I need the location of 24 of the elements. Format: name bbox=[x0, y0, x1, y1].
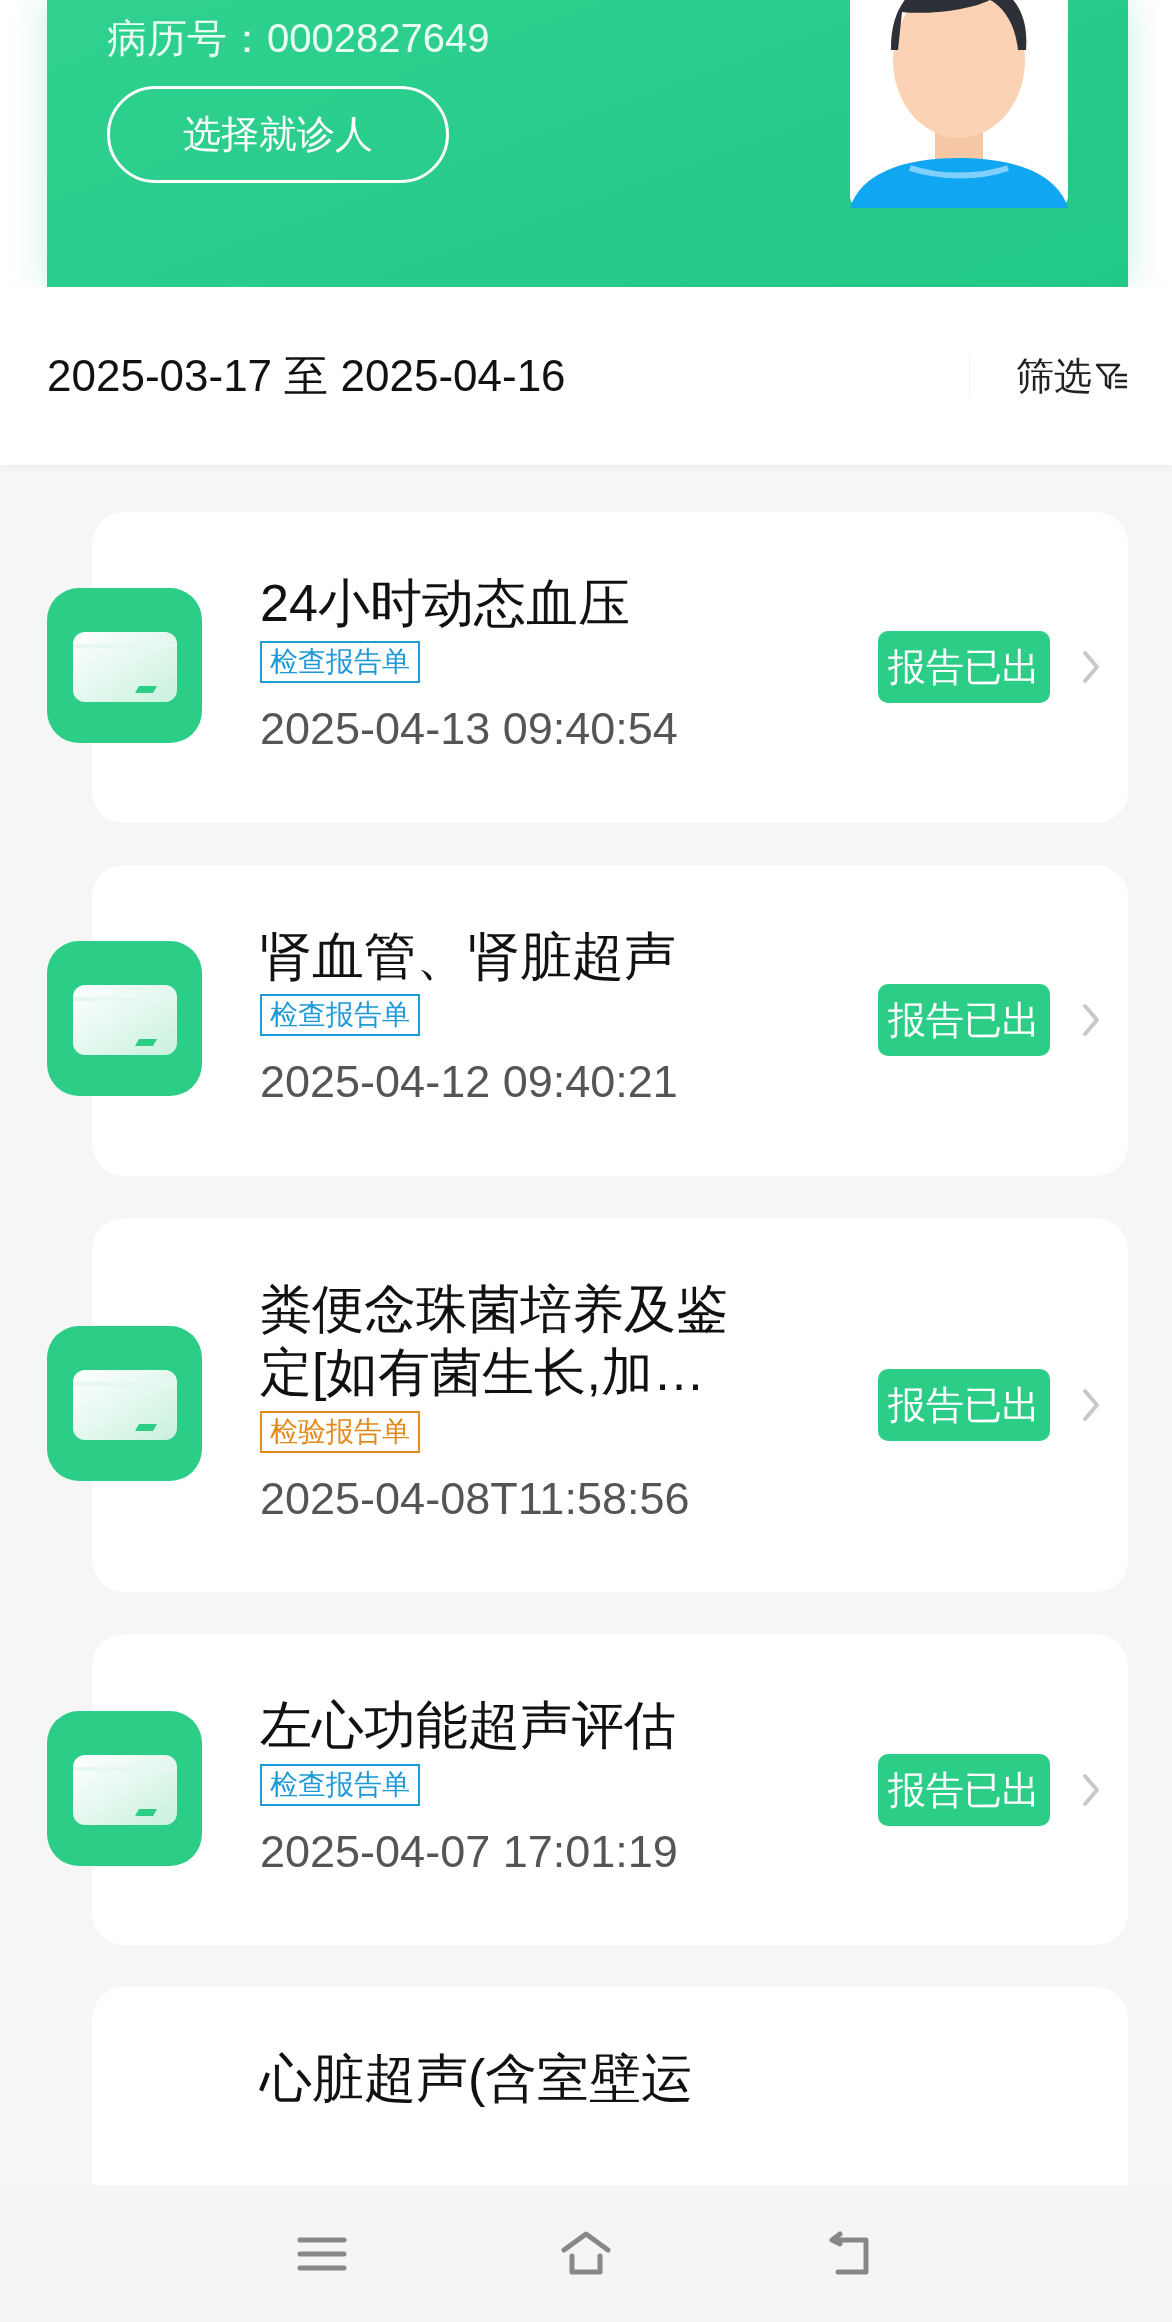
status-badge: 报告已出 bbox=[878, 1369, 1050, 1442]
status-badge: 报告已出 bbox=[878, 1753, 1050, 1826]
report-datetime: 2025-04-07 17:01:19 bbox=[260, 1824, 679, 1879]
report-type-tag: 检查报告单 bbox=[260, 641, 420, 684]
status-badge: 报告已出 bbox=[878, 984, 1050, 1057]
report-datetime: 2025-04-13 09:40:54 bbox=[260, 702, 679, 757]
report-type-tag: 检查报告单 bbox=[260, 1763, 420, 1806]
report-datetime: 2025-04-12 09:40:21 bbox=[260, 1055, 679, 1110]
report-title: 24小时动态血压 bbox=[260, 573, 631, 634]
report-type-tag: 检验报告单 bbox=[260, 1410, 420, 1453]
date-range[interactable]: 2025-03-17 至 2025-04-16 bbox=[47, 343, 969, 409]
report-title: 左心功能超声评估 bbox=[260, 1695, 677, 1757]
filter-button[interactable]: 筛选 bbox=[1016, 347, 1130, 405]
record-number: 病历号：0002827649 bbox=[107, 15, 490, 62]
report-datetime: 2025-04-08T11:58:56 bbox=[260, 1471, 691, 1526]
report-title: 心脏超声(含室壁运 bbox=[260, 2048, 695, 2110]
report-card[interactable]: 肾血管、肾脏超声 检查报告单 2025-04-12 09:40:21 报告已出 bbox=[47, 864, 1128, 1176]
report-title: 粪便念珠菌培养及鉴定[如有菌生长,加… bbox=[260, 1278, 729, 1404]
report-card[interactable]: 左心功能超声评估 检查报告单 2025-04-07 17:01:19 报告已出 bbox=[47, 1634, 1128, 1946]
report-card[interactable]: 24小时动态血压 检查报告单 2025-04-13 09:40:54 报告已出 bbox=[47, 512, 1128, 823]
report-type-tag: 检查报告单 bbox=[260, 994, 420, 1037]
status-badge: 报告已出 bbox=[878, 631, 1050, 704]
report-card[interactable]: 粪便念珠菌培养及鉴定[如有菌生长,加… 检验报告单 2025-04-08T11:58:56 报告已出 bbox=[47, 1217, 1128, 1593]
report-title: 肾血管、肾脏超声 bbox=[260, 925, 677, 987]
